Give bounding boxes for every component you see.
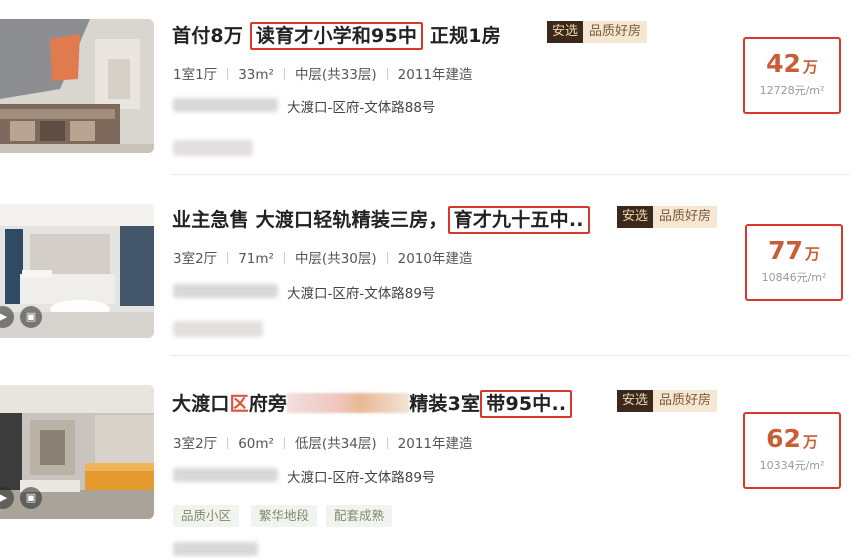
unit-price: 10334元/m² [759,459,825,472]
gallery-icon[interactable]: ▣ [20,487,42,509]
quality-tags: 安选 品质好房 [547,21,648,43]
blurred-community-name [173,98,278,112]
build-year: 2011年建造 [397,436,473,452]
quality-tags: 安选 品质好房 [617,206,718,228]
price-box: 62 万 10334元/m² [743,412,841,489]
listing-title[interactable]: 首付8万 读育才小学和95中 正规1房 [172,21,501,50]
listing-card[interactable]: ▶ ▣ 业主急售 大渡口轻轨精装三房， 育才九十五中.. 安选 品质好房 3室2厅 7… [0,175,866,355]
feature-tag: 配套成熟 [326,505,393,527]
price-unit: 万 [802,58,818,76]
gallery-icon[interactable]: ▣ [20,306,42,328]
blurred-tags [173,140,253,156]
title-text: 正规1房 [423,25,501,47]
listing-photo[interactable] [0,19,154,153]
living-room-photo [0,19,154,153]
highlighted-title-text: 带95中.. [480,390,573,418]
anxuan-badge: 安选 [617,206,654,228]
listing-meta: 3室2厅 60m² 低层(共34层) 2011年建造 [173,432,473,452]
quality-badge: 品质好房 [653,390,718,412]
feature-tag: 繁华地段 [251,505,318,527]
quality-tags: 安选 品质好房 [617,390,718,412]
title-text: 大渡口 [172,393,230,415]
blurred-community-name [173,542,258,556]
floor-level: 中层(共30层) [294,251,377,267]
total-price: 77 [768,236,803,265]
total-price: 62 [766,424,801,453]
listing-card[interactable]: 首付8万 读育才小学和95中 正规1房 安选 品质好房 1室1厅 33m² 中层(共3… [0,0,866,175]
title-text: 业主急售 大渡口轻轨精装三房， [172,209,448,231]
quality-badge: 品质好房 [583,21,648,43]
build-year: 2011年建造 [397,67,473,83]
floor-level: 中层(共33层) [294,67,377,83]
listing-title[interactable]: 业主急售 大渡口轻轨精装三房， 育才九十五中.. [172,205,590,234]
title-text: 首付8万 [172,25,250,47]
unit-price: 12728元/m² [759,84,825,97]
title-keyword-highlight: 区 [229,393,249,415]
listing-address[interactable]: 大渡口-区府-文体路89号 [287,466,435,486]
listing-meta: 3室2厅 71m² 中层(共30层) 2010年建造 [173,247,473,267]
listing-title[interactable]: 大渡口区府旁 精装3室 带95中.. [172,389,573,418]
floor-level: 低层(共34层) [294,436,377,452]
feature-tag: 品质小区 [173,505,240,527]
build-year: 2010年建造 [397,251,473,267]
listing-address[interactable]: 大渡口-区府-文体路88号 [287,96,435,116]
floor-area: 71m² [238,251,274,267]
price-unit: 万 [804,245,820,263]
room-layout: 3室2厅 [173,251,218,267]
price-box: 77 万 10846元/m² [745,224,843,301]
listing-address[interactable]: 大渡口-区府-文体路89号 [287,282,435,302]
floor-area: 33m² [238,67,274,83]
redacted-title-block [287,393,410,413]
title-text: 府旁 [248,393,288,415]
blurred-community-name [173,468,278,482]
listing-card[interactable]: ▶ ▣ 大渡口区府旁 精装3室 带95中.. 安选 品质好房 3室2厅 60m² 低层(共… [0,356,866,558]
room-layout: 3室2厅 [173,436,218,452]
title-text: 精装3室 [409,393,481,415]
anxuan-badge: 安选 [547,21,584,43]
listing-photo[interactable]: ▶ ▣ [0,204,154,338]
price-box: 42 万 12728元/m² [743,37,841,114]
highlighted-title-text: 育才九十五中.. [447,206,590,234]
unit-price: 10846元/m² [761,271,827,284]
listing-photo[interactable]: ▶ ▣ [0,385,154,519]
room-layout: 1室1厅 [173,67,218,83]
listing-meta: 1室1厅 33m² 中层(共33层) 2011年建造 [173,63,473,83]
blurred-community-name [173,284,278,298]
blurred-tags [173,321,263,337]
highlighted-title-text: 读育才小学和95中 [249,22,424,50]
floor-area: 60m² [238,436,274,452]
total-price: 42 [766,49,801,78]
price-unit: 万 [802,433,818,451]
anxuan-badge: 安选 [617,390,654,412]
quality-badge: 品质好房 [653,206,718,228]
